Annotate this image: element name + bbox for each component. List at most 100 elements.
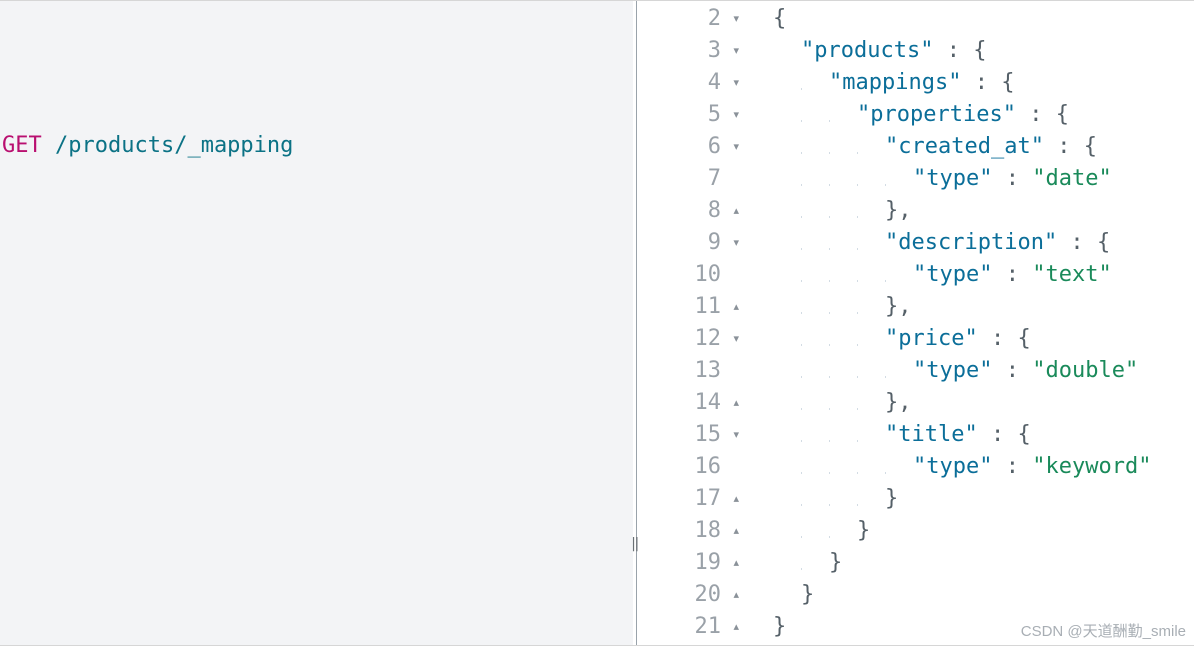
json-punc: {: [1017, 326, 1030, 351]
app-root: GET /products/_mapping ‖ 2▾3▾4▾5▾6▾78▴9▾…: [0, 0, 1194, 646]
code-line: }: [745, 547, 1194, 579]
gutter-line: 3▾: [641, 35, 745, 67]
json-string: "text": [1032, 262, 1111, 287]
json-punc: },: [885, 198, 912, 223]
code-line: {: [745, 3, 1194, 35]
fold-close-icon[interactable]: ▴: [725, 547, 739, 579]
fold-open-icon[interactable]: ▾: [725, 227, 739, 259]
json-punc: :: [992, 262, 1032, 287]
gutter-line: 14▴: [641, 387, 745, 419]
json-string: "double": [1032, 358, 1138, 383]
http-method: GET: [2, 133, 42, 158]
code-line: "price" : {: [745, 323, 1194, 355]
code-line: "products" : {: [745, 35, 1194, 67]
gutter-line: 12▾: [641, 323, 745, 355]
json-punc: :: [1044, 134, 1084, 159]
code-line: },: [745, 387, 1194, 419]
json-punc: }: [857, 518, 870, 543]
json-punc: }: [829, 550, 842, 575]
gutter-line: 8▴: [641, 195, 745, 227]
http-path: /products/_mapping: [55, 133, 293, 158]
json-key: "type": [913, 454, 992, 479]
line-number: 18: [685, 515, 721, 547]
json-punc: {: [973, 38, 986, 63]
code-line: },: [745, 195, 1194, 227]
line-number: 9: [685, 227, 721, 259]
code-line: }: [745, 579, 1194, 611]
line-gutter: 2▾3▾4▾5▾6▾78▴9▾1011▴12▾1314▴15▾1617▴18▴1…: [641, 1, 745, 645]
line-number: 10: [685, 259, 721, 291]
code-line: "created_at" : {: [745, 131, 1194, 163]
line-number: 17: [685, 483, 721, 515]
code-line: "description" : {: [745, 227, 1194, 259]
gutter-line: 19▴: [641, 547, 745, 579]
fold-close-icon[interactable]: ▴: [725, 195, 739, 227]
code-line: "type" : "double": [745, 355, 1194, 387]
fold-close-icon[interactable]: ▴: [725, 387, 739, 419]
json-punc: :: [933, 38, 973, 63]
json-key: "title": [885, 422, 978, 447]
fold-open-icon[interactable]: ▾: [725, 131, 739, 163]
code-line: }: [745, 483, 1194, 515]
json-string: "date": [1032, 166, 1111, 191]
json-key: "created_at": [885, 134, 1044, 159]
json-punc: }: [885, 486, 898, 511]
line-number: 15: [685, 419, 721, 451]
json-punc: {: [1001, 70, 1014, 95]
code-line: },: [745, 291, 1194, 323]
fold-open-icon[interactable]: ▾: [725, 3, 739, 35]
json-string: "keyword": [1032, 454, 1151, 479]
gutter-line: 2▾: [641, 3, 745, 35]
line-number: 13: [685, 355, 721, 387]
line-number: 6: [685, 131, 721, 163]
fold-open-icon[interactable]: ▾: [725, 419, 739, 451]
line-number: 5: [685, 99, 721, 131]
json-key: "properties": [857, 102, 1016, 127]
gutter-line: 17▴: [641, 483, 745, 515]
fold-close-icon[interactable]: ▴: [725, 611, 739, 643]
code-line: "type" : "date": [745, 163, 1194, 195]
fold-close-icon[interactable]: ▴: [725, 483, 739, 515]
json-punc: {: [773, 6, 786, 31]
fold-close-icon[interactable]: ▴: [725, 579, 739, 611]
fold-open-icon[interactable]: ▾: [725, 99, 739, 131]
gutter-line: 9▾: [641, 227, 745, 259]
code-line: }: [745, 611, 1194, 643]
json-punc: :: [992, 454, 1032, 479]
gutter-line: 20▴: [641, 579, 745, 611]
fold-close-icon[interactable]: ▴: [725, 515, 739, 547]
response-code[interactable]: {"products" : {"mappings" : {"properties…: [745, 1, 1194, 645]
json-key: "mappings": [829, 70, 961, 95]
json-key: "type": [913, 262, 992, 287]
fold-open-icon[interactable]: ▾: [725, 35, 739, 67]
gutter-line: 13: [641, 355, 745, 387]
json-punc: :: [978, 422, 1018, 447]
fold-open-icon[interactable]: ▾: [725, 67, 739, 99]
json-punc: {: [1017, 422, 1030, 447]
json-punc: },: [885, 294, 912, 319]
gutter-line: 6▾: [641, 131, 745, 163]
gutter-line: 18▴: [641, 515, 745, 547]
json-punc: {: [1084, 134, 1097, 159]
json-punc: }: [801, 582, 814, 607]
code-line: "type" : "text": [745, 259, 1194, 291]
json-punc: :: [1057, 230, 1097, 255]
drag-handle-icon[interactable]: ‖: [631, 541, 640, 547]
code-line: "type" : "keyword": [745, 451, 1194, 483]
pane-divider[interactable]: ‖: [633, 1, 641, 645]
line-number: 20: [685, 579, 721, 611]
fold-close-icon[interactable]: ▴: [725, 291, 739, 323]
json-punc: {: [1097, 230, 1110, 255]
json-key: "type": [913, 166, 992, 191]
line-number: 11: [685, 291, 721, 323]
fold-open-icon[interactable]: ▾: [725, 323, 739, 355]
request-code[interactable]: GET /products/_mapping: [0, 91, 633, 162]
line-number: 16: [685, 451, 721, 483]
code-line: "properties" : {: [745, 99, 1194, 131]
line-number: 7: [685, 163, 721, 195]
json-punc: :: [992, 166, 1032, 191]
response-viewer-pane: 2▾3▾4▾5▾6▾78▴9▾1011▴12▾1314▴15▾1617▴18▴1…: [641, 1, 1194, 645]
request-editor-pane[interactable]: GET /products/_mapping: [0, 1, 633, 645]
line-number: 4: [685, 67, 721, 99]
json-punc: :: [1016, 102, 1056, 127]
